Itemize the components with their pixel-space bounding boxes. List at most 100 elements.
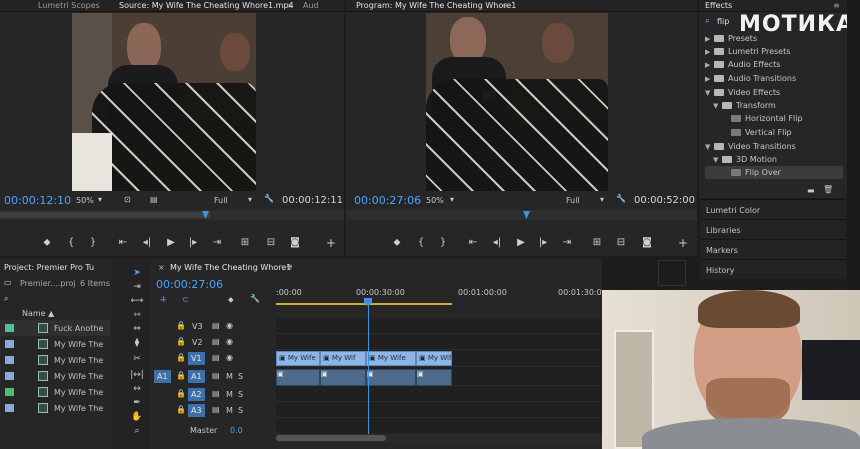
tree-item-transform[interactable]: ▼ Transform [713,99,776,112]
menu-icon[interactable]: ≡ [286,262,293,271]
go-to-out-icon[interactable]: ⇥ [210,237,224,248]
ripple-edit-icon[interactable]: ⟷ [130,296,144,308]
eye-icon[interactable]: ◉ [226,337,233,346]
tree-item-lumetri-presets[interactable]: ▶ Lumetri Presets [705,45,790,58]
add-button-icon[interactable]: + [676,236,690,250]
mark-out-icon[interactable]: } [86,237,100,248]
tab-audio[interactable]: Aud [303,1,319,10]
trash-icon[interactable]: 🗑 [823,185,833,194]
tree-item-audio-effects[interactable]: ▶ Audio Effects [705,58,780,71]
effects-search-input[interactable]: flip [717,17,729,26]
overwrite-icon[interactable]: ⊟ [264,237,278,248]
tab-effects[interactable]: Effects [705,1,732,10]
slip-icon[interactable]: |↔| [130,370,144,382]
rolling-edit-icon[interactable]: ⇿ [130,310,144,322]
step-forward-icon[interactable]: |▸ [536,237,550,248]
program-timecode[interactable]: 00:00:27:06 [354,194,421,207]
eye-icon[interactable]: ◉ [226,353,233,362]
video-clip[interactable]: ▣ My Wife [416,351,452,366]
play-icon[interactable]: ▶ [164,237,178,248]
source-scrubber-bar[interactable] [0,210,344,220]
eye-icon[interactable]: ◉ [226,321,233,330]
scroll-thumb[interactable] [276,435,386,441]
audio-clip[interactable]: ▣ [416,369,452,386]
linked-selection-icon[interactable]: ⊂ [182,295,189,304]
video-clip[interactable]: ▣ My Wife [276,351,320,366]
lock-icon[interactable]: 🔒 [176,353,186,362]
tab-source[interactable]: Source: My Wife The Cheating Whore1.mp4 [119,1,294,10]
audio-clip[interactable]: ▣ [366,369,416,386]
step-back-icon[interactable]: ◂| [490,237,504,248]
lock-icon[interactable]: 🔒 [176,337,186,346]
tree-item-horizontal-flip[interactable]: Horizontal Flip [731,112,803,125]
list-item[interactable]: Fuck Anothe [0,320,110,336]
project-title[interactable]: Project: Premier Pro Tuto [4,263,94,272]
wrench-icon[interactable]: 🔧 [264,194,274,203]
solo-button[interactable]: S [238,372,243,381]
source-timecode[interactable]: 00:00:12:10 [4,194,71,207]
lock-icon[interactable]: 🔒 [176,405,186,414]
camera-icon[interactable]: ◙ [640,237,654,248]
search-icon[interactable]: ⌕ [4,294,8,304]
razor-tool-icon[interactable]: ✂ [130,354,144,366]
pen-icon[interactable]: ✒ [130,398,144,410]
mark-in-icon[interactable]: { [414,237,428,248]
tree-item-presets[interactable]: ▶ Presets [705,32,757,45]
audio-clip[interactable]: ▣ [320,369,366,386]
list-item[interactable]: My Wife The [0,336,110,352]
mute-button[interactable]: M [226,406,233,415]
timeline-playhead[interactable] [368,304,369,434]
menu-icon[interactable]: ≡ [286,1,293,10]
zoom-icon[interactable]: ⌕ [130,426,144,438]
slide-icon[interactable]: ↔ [130,384,144,396]
name-column-header[interactable]: Name ▲ [22,309,54,318]
source-patch-a1[interactable]: A1 [154,370,171,383]
lock-icon[interactable]: 🔒 [176,371,186,380]
menu-icon[interactable]: ≡ [502,1,509,10]
track-select-icon[interactable]: ⇥ [130,282,144,294]
lift-icon[interactable]: ⊞ [590,237,604,248]
program-playhead[interactable] [523,211,530,219]
program-zoom-select[interactable]: 50% [426,196,444,205]
timeline-title[interactable]: My Wife The Cheating Whore1 [170,263,291,272]
new-bin-icon[interactable]: ▬ [807,186,815,195]
solo-button[interactable]: S [238,406,243,415]
go-to-in-icon[interactable]: ⇤ [466,237,480,248]
solo-button[interactable]: S [238,390,243,399]
tree-item-audio-transitions[interactable]: ▶ Audio Transitions [705,72,796,85]
mute-button[interactable]: M [226,390,233,399]
go-to-out-icon[interactable]: ⇥ [560,237,574,248]
work-area-bar[interactable] [276,303,452,305]
film-icon[interactable]: ▤ [212,389,220,398]
extract-icon[interactable]: ⊟ [614,237,628,248]
film-icon[interactable]: ▤ [212,321,220,330]
track-area[interactable]: ▣ My Wife ▣ My Wif ▣ My Wife ▣ My Wife ▣… [276,304,602,434]
source-quality-select[interactable]: Full [214,196,228,205]
panel-history[interactable]: History [700,259,846,279]
go-to-in-icon[interactable]: ⇤ [116,237,130,248]
film-icon[interactable]: ▤ [212,405,220,414]
master-value[interactable]: 0.0 [230,426,243,435]
list-item[interactable]: My Wife The [0,352,110,368]
insert-icon[interactable]: ⊞ [238,237,252,248]
list-item[interactable]: My Wife The [0,384,110,400]
razor-icon[interactable]: ⧫ [130,338,144,350]
panel-libraries[interactable]: Libraries [700,219,846,239]
timeline-close-icon[interactable]: × [158,263,165,272]
export-frame-icon[interactable]: ▤ [150,195,158,204]
track-label[interactable]: A3 [188,404,205,417]
wrench-icon[interactable]: 🔧 [250,294,260,303]
panel-markers[interactable]: Markers [700,239,846,259]
tree-item-vertical-flip[interactable]: Vertical Flip [731,126,792,139]
lock-icon[interactable]: 🔒 [176,321,186,330]
video-clip[interactable]: ▣ My Wif [320,351,366,366]
effects-scrollbar[interactable] [847,0,860,290]
track-label[interactable]: A1 [188,370,205,383]
source-zoom-select[interactable]: 50% [76,196,94,205]
tab-lumetri-scopes[interactable]: Lumetri Scopes [38,1,100,10]
track-label[interactable]: V1 [188,352,205,365]
list-item[interactable]: My Wife The [0,400,110,416]
camera-icon[interactable]: ◙ [288,237,302,248]
mark-in-icon[interactable]: { [64,237,78,248]
track-label[interactable]: A2 [188,388,205,401]
